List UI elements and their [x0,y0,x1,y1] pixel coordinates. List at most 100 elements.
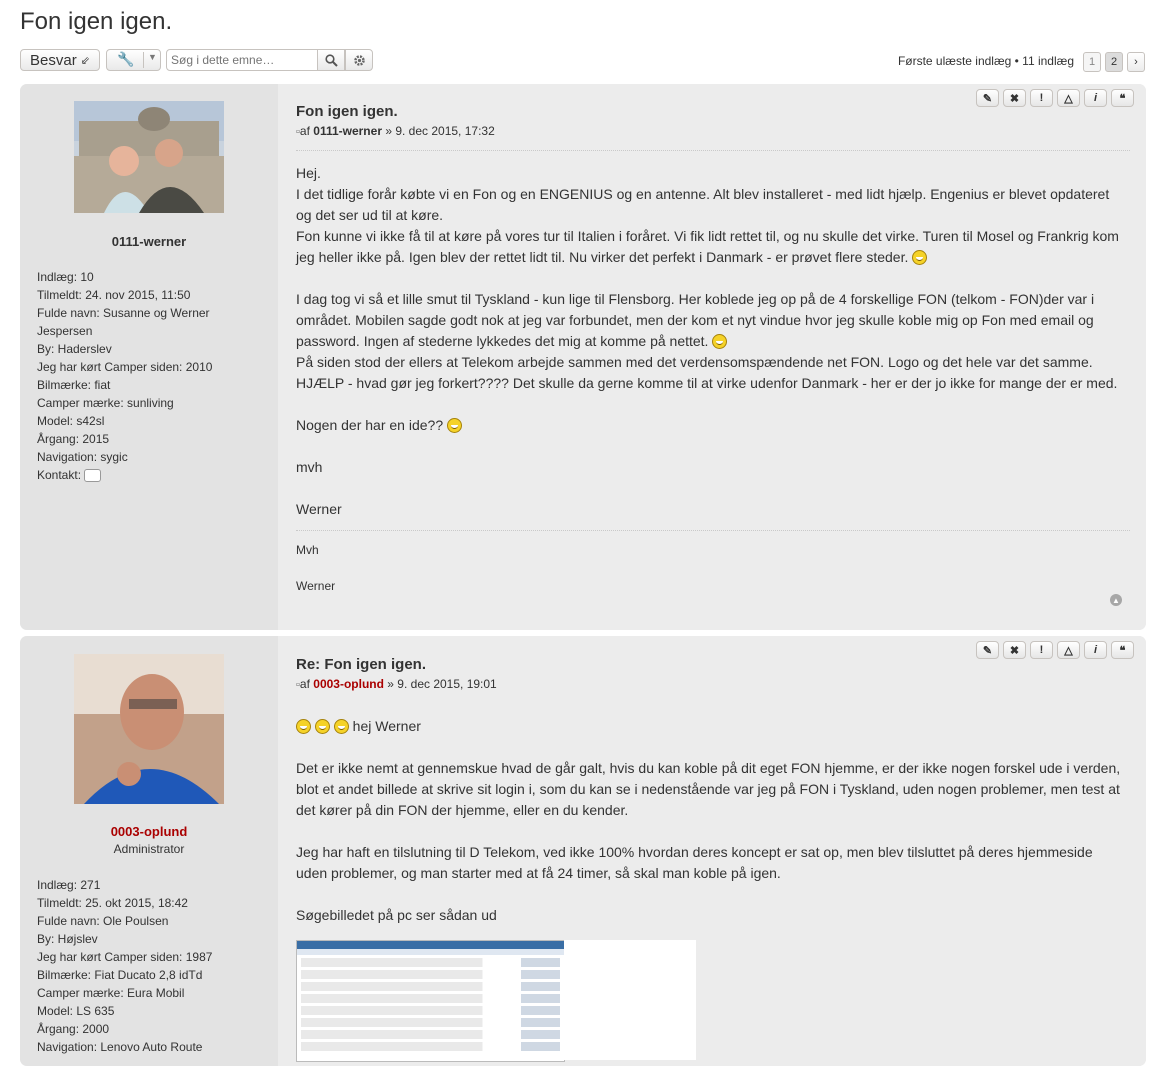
profile-field: Fulde navn: Susanne og Werner Jespersen [37,306,210,338]
warn-icon[interactable]: △ [1057,641,1080,659]
quote-icon[interactable]: ❝ [1111,641,1134,659]
back-to-top-icon[interactable]: ▲ [1110,594,1122,606]
profile-field: Model: LS 635 [37,1004,115,1018]
content-line: I dag tog vi så et lille smut til Tyskla… [296,291,1095,349]
signature-line: Werner [296,579,336,593]
avatar[interactable] [74,654,224,804]
profile-field: Navigation: Lenovo Auto Route [37,1040,203,1054]
grin-smiley-icon [912,250,928,265]
profile-field: Jeg har kørt Camper siden: 1987 [37,950,213,964]
post-profile: 0003-oplund Administrator Indlæg: 271 Ti… [20,636,278,1066]
contact-field: Kontakt: [37,466,267,484]
tools-separator [143,52,144,68]
profile-field: Tilmeldt: 24. nov 2015, 11:50 [37,288,191,302]
username[interactable]: 0003-oplund [20,824,278,839]
content-line: Nogen der har en ide?? [296,417,444,433]
caret-down-icon: ▼ [148,52,157,62]
attached-screenshot[interactable] [296,940,565,1062]
reply-button[interactable]: Besvar ⇙ [20,49,100,71]
signature-line: Mvh [296,543,319,557]
profile-fields: Indlæg: 10 Tilmeldt: 24. nov 2015, 11:50… [37,268,267,484]
profile-field: Indlæg: 10 [37,270,94,284]
pagination-info: Første ulæste indlæg • 11 indlæg [897,54,1074,68]
profile-field: Bilmærke: Fiat Ducato 2,8 idTd [37,968,203,982]
advanced-search-button[interactable] [345,49,373,71]
profile-field: Camper mærke: sunliving [37,396,174,410]
quote-icon[interactable]: ❝ [1111,89,1134,107]
topic-search-input[interactable] [166,49,318,71]
contact-icon[interactable] [84,469,102,483]
reply-label: Besvar [30,51,77,69]
grin-smiley-icon [314,719,330,734]
edit-icon[interactable]: ✎ [976,89,999,107]
post-buttons: ✎ ✖ ! △ i ❝ [976,89,1134,107]
post-profile: 0111-werner Indlæg: 10 Tilmeldt: 24. nov… [20,84,278,630]
profile-field: Camper mærke: Eura Mobil [37,986,185,1000]
profile-field: Navigation: sygic [37,450,128,464]
post-by: af [299,124,310,138]
delete-icon[interactable]: ✖ [1003,641,1026,659]
page-2-link[interactable]: 2 [1105,52,1123,72]
grin-smiley-icon [296,719,311,734]
profile-field: Årgang: 2015 [37,432,110,446]
profile-field: By: Haderslev [37,342,112,356]
action-bar: Besvar ⇙ 🔧 ▼ Første ulæste indlæg • 11 i… [20,49,1146,73]
signature-divider [296,530,1130,531]
post-author[interactable]: 0111-werner [313,124,382,138]
search-button[interactable] [317,49,345,71]
search-icon [324,53,338,67]
edit-icon[interactable]: ✎ [976,641,999,659]
content-line: HJÆLP - hvad gør jeg forkert???? Det sku… [296,375,1118,391]
contact-label: Kontakt: [37,468,82,482]
content-line: Fon kunne vi ikke få til at køre på vore… [296,228,1119,265]
post-buttons: ✎ ✖ ! △ i ❝ [976,641,1134,659]
topic-tools-button[interactable]: 🔧 ▼ [106,49,161,71]
profile-field: Model: s42sl [37,414,105,428]
post-title[interactable]: Re: Fon igen igen. [296,656,426,673]
report-icon[interactable]: ! [1030,641,1053,659]
profile-field: By: Højslev [37,932,98,946]
post-author[interactable]: 0003-oplund [313,677,384,691]
content-line: hej Werner [352,718,421,734]
profile-field: Bilmærke: fiat [37,378,111,392]
content-line: Det er ikke nemt at gennemskue hvad de g… [296,760,1121,818]
content-line: I det tidlige forår købte vi en Fon og e… [296,186,1110,223]
content-line: mvh [296,459,323,475]
next-page-arrow-icon[interactable]: › [1127,52,1145,72]
post-body: Re: Fon igen igen. ▫af 0003-oplund » 9. … [278,636,1146,1066]
user-rank: Administrator [113,842,185,856]
post-meta: ▫af 0111-werner » 9. dec 2015, 17:32 [296,124,495,138]
post-content: Hej. I det tidlige forår købte vi en Fon… [296,163,1126,541]
username[interactable]: 0111-werner [20,234,278,249]
profile-field: Tilmeldt: 25. okt 2015, 18:42 [37,896,188,910]
post-date: » 9. dec 2015, 17:32 [385,124,495,138]
avatar[interactable] [74,101,224,213]
content-line: På siden stod der ellers at Telekom arbe… [296,354,1093,370]
report-icon[interactable]: ! [1030,89,1053,107]
content-line: Jeg har haft en tilslutning til D Teleko… [296,844,1093,881]
topic-title: Fon igen igen. [20,8,173,35]
post-divider [296,150,1130,151]
content-line: Hej. [296,165,321,181]
content-line: Werner [296,501,342,517]
post-date: » 9. dec 2015, 19:01 [387,677,497,691]
eek-smiley-icon [712,334,728,349]
post-title[interactable]: Fon igen igen. [296,103,398,120]
attached-image-area [564,940,696,1060]
profile-field: Indlæg: 271 [37,878,101,892]
info-icon[interactable]: i [1084,89,1107,107]
profile-field: Årgang: 2000 [37,1022,110,1036]
post: 0111-werner Indlæg: 10 Tilmeldt: 24. nov… [20,84,1146,630]
delete-icon[interactable]: ✖ [1003,89,1026,107]
signature: Mvh Werner [296,532,335,604]
wrench-icon: 🔧 [117,51,135,67]
info-icon[interactable]: i [1084,641,1107,659]
reply-arrow-icon: ⇙ [80,54,90,67]
post-body: Fon igen igen. ▫af 0111-werner » 9. dec … [278,84,1146,630]
warn-icon[interactable]: △ [1057,89,1080,107]
post-by: af [299,677,310,691]
profile-field: Fulde navn: Ole Poulsen [37,914,169,928]
page-1-link[interactable]: 1 [1083,52,1101,72]
content-line: Søgebilledet på pc ser sådan ud [296,907,497,923]
idea-smiley-icon [447,418,462,433]
